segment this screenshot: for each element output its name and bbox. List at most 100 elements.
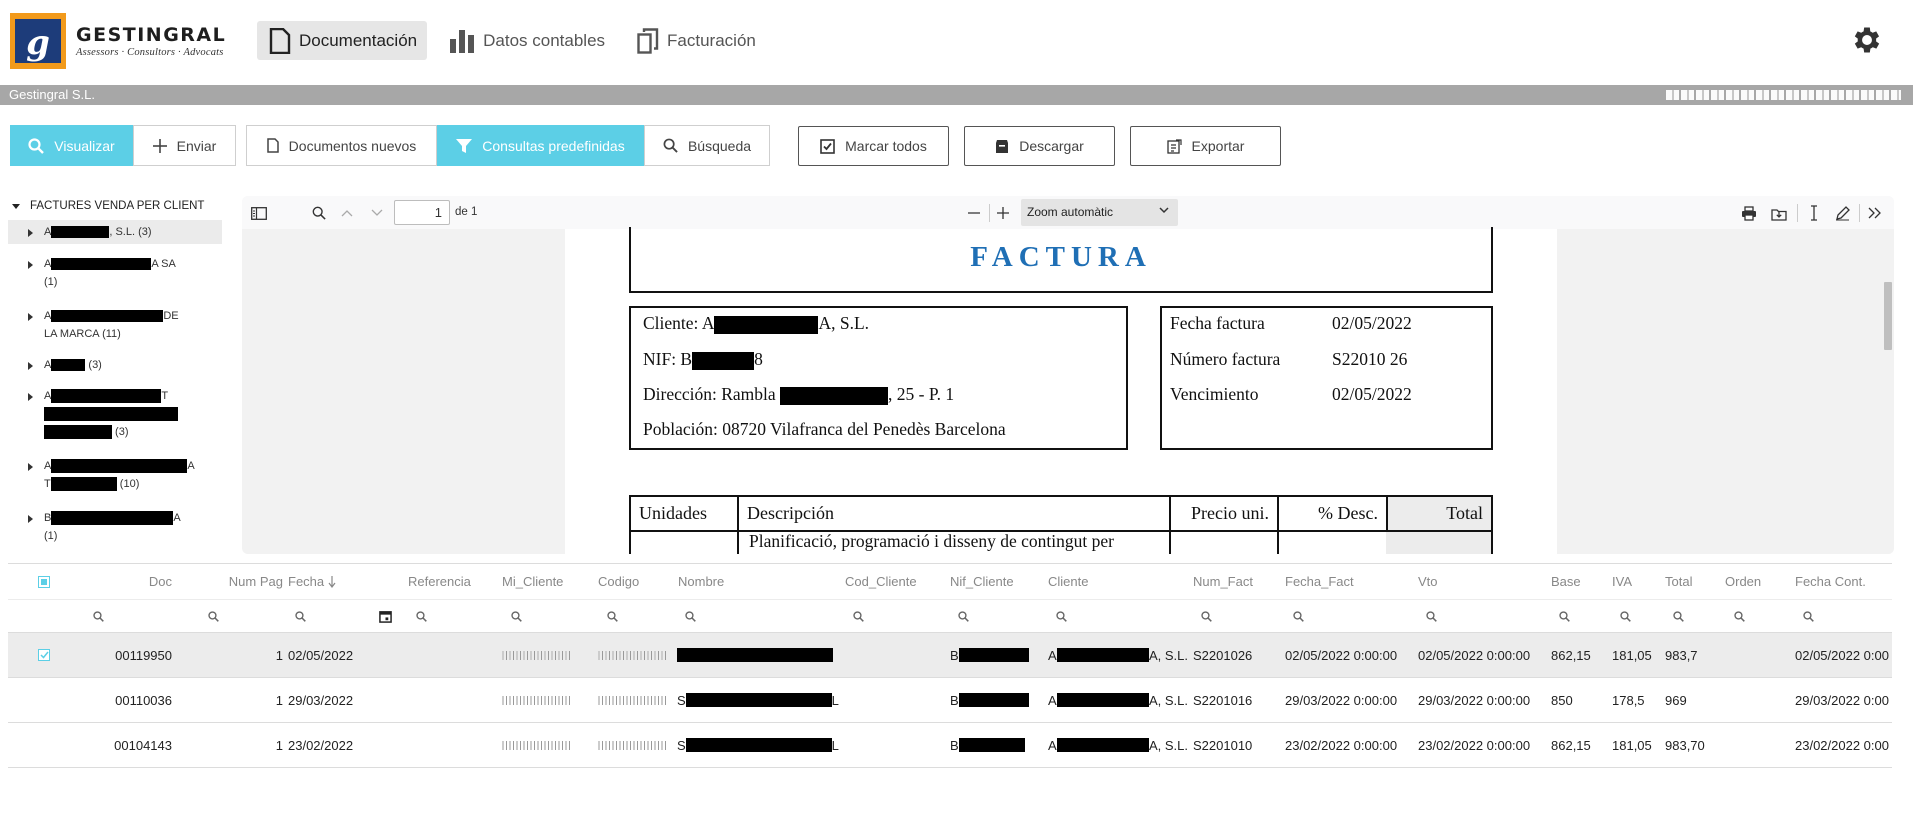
visualizar-button[interactable]: Visualizar (10, 125, 133, 166)
filter-search-icon[interactable] (295, 600, 306, 632)
filter-search-icon[interactable] (853, 600, 864, 632)
tree-item-prefix: A (44, 460, 52, 472)
page-number-input[interactable]: 1 (394, 200, 450, 225)
print-icon[interactable] (1740, 204, 1758, 222)
filter-search-icon[interactable] (1673, 600, 1684, 632)
sidebar-toggle-icon[interactable] (250, 204, 268, 222)
filter-search-icon[interactable] (1734, 600, 1745, 632)
col-header-num-pag[interactable]: Num Pag (188, 564, 283, 599)
col-header-nombre[interactable]: Nombre (678, 564, 758, 599)
row-checkbox[interactable] (38, 633, 50, 677)
col-header-iva[interactable]: IVA (1612, 564, 1652, 599)
col-header-doc[interactable]: Doc (68, 564, 172, 599)
consultas-predefinidas-button[interactable]: Consultas predefinidas (437, 125, 644, 166)
zoom-in-icon[interactable] (994, 204, 1012, 222)
col-header-codigo[interactable]: Codigo (598, 564, 668, 599)
filter-search-icon[interactable] (1293, 600, 1304, 632)
tree-item[interactable]: A T (3) (8, 384, 222, 444)
tree-item[interactable]: A , S.L. (3) (8, 220, 222, 244)
cell-cliente: A A, S.L. (1048, 678, 1188, 722)
busqueda-button[interactable]: Búsqueda (644, 125, 770, 166)
col-header-base[interactable]: Base (1551, 564, 1591, 599)
cell-num-fact: S2201010 (1193, 737, 1253, 753)
filter-search-icon[interactable] (416, 600, 427, 632)
table-row[interactable]: 00110036 1 29/03/2022 S L B A A, S.L. S2201016 29… (8, 678, 1892, 723)
cell-base: 862,15 (1551, 647, 1591, 663)
cell-cliente-prefix: A (1048, 647, 1057, 663)
table-row[interactable]: 00104143 1 23/02/2022 S L B A A, S.L. S2201010 23… (8, 723, 1892, 768)
col-header-cliente[interactable]: Cliente (1048, 564, 1118, 599)
col-header-num-fact[interactable]: Num_Fact (1193, 564, 1273, 599)
filter-search-icon[interactable] (1426, 600, 1437, 632)
cell-cliente-suffix: A, S.L. (1148, 692, 1188, 708)
scrollbar-thumb[interactable] (1884, 282, 1892, 350)
documentos-nuevos-button[interactable]: Documentos nuevos (246, 125, 437, 166)
col-header-fecha[interactable]: Fecha (288, 564, 368, 599)
busqueda-label: Búsqueda (687, 137, 752, 154)
double-chevron-right-icon[interactable] (1866, 204, 1884, 222)
cliente-suffix: A, S.L. (818, 313, 870, 333)
col-header-referencia[interactable]: Referencia (408, 564, 488, 599)
text-cursor-icon[interactable] (1805, 204, 1823, 222)
tree-root[interactable]: FACTURES VENDA PER CLIENT (8, 196, 226, 216)
client-box: Cliente: A A, S.L. NIF: B 8 Dirección: Ram… (629, 306, 1128, 450)
zoom-out-icon[interactable] (965, 204, 983, 222)
archive-icon (996, 139, 1009, 153)
fecha-factura-label: Fecha factura (1170, 313, 1265, 333)
nav-documentacion[interactable]: Documentación (257, 21, 428, 60)
pdf-toolbar: 1 de 1 Zoom automàtic (242, 196, 1894, 229)
descargar-button[interactable]: Descargar (964, 126, 1115, 166)
filter-search-icon[interactable] (958, 600, 969, 632)
filter-search-icon[interactable] (685, 600, 696, 632)
invoice-title-box: FACTURA (629, 227, 1493, 293)
filter-search-icon[interactable] (1559, 600, 1570, 632)
col-header-orden[interactable]: Orden (1725, 564, 1775, 599)
vencimiento-value: 02/05/2022 (1332, 384, 1412, 404)
tree-item[interactable]: B A (1) (8, 506, 222, 548)
search-icon[interactable] (310, 204, 328, 222)
tree-item[interactable]: A DE LA MARCA (11) (8, 304, 222, 346)
pencil-icon[interactable] (1833, 204, 1851, 222)
chevron-down-icon[interactable] (368, 204, 386, 222)
cell-num-pag: 1 (275, 737, 283, 753)
enviar-button[interactable]: Enviar (133, 125, 236, 166)
nav-facturacion[interactable]: Facturación (625, 21, 766, 60)
folder-tree: FACTURES VENDA PER CLIENT A, S.L. (3) AA… (8, 196, 226, 560)
col-header-total[interactable]: Total (1665, 564, 1705, 599)
calendar-icon[interactable] (379, 600, 392, 632)
nav-datos-contables-label: Datos contables (483, 30, 606, 50)
col-header-vto[interactable]: Vto (1418, 564, 1468, 599)
filter-search-icon[interactable] (208, 600, 219, 632)
col-header-cod-cliente[interactable]: Cod_Cliente (845, 564, 935, 599)
col-header-mi-cliente[interactable]: Mi_Cliente (502, 564, 582, 599)
tree-item[interactable]: A A SA (1) (8, 252, 222, 294)
col-header-nif-cliente[interactable]: Nif_Cliente (950, 564, 1030, 599)
pdf-scrollbar[interactable] (1882, 229, 1894, 554)
tree-item-count: (10) (116, 478, 140, 490)
filter-search-icon[interactable] (1803, 600, 1814, 632)
exportar-button[interactable]: Exportar (1130, 126, 1281, 166)
save-icon[interactable] (1770, 204, 1788, 222)
cell-cliente: A A, S.L. (1048, 723, 1188, 767)
tree-item[interactable]: A (3) (8, 353, 222, 377)
filter-search-icon[interactable] (1056, 600, 1067, 632)
zoom-select[interactable]: Zoom automàtic (1021, 199, 1178, 226)
chevron-up-icon[interactable] (338, 204, 356, 222)
filter-search-icon[interactable] (607, 600, 618, 632)
table-row[interactable]: 00119950 1 02/05/2022 B A A, S.L. S2201026 02/0… (8, 633, 1892, 678)
tree-item[interactable]: A A T (10) (8, 454, 222, 496)
gear-icon[interactable] (1850, 23, 1884, 57)
filter-search-icon[interactable] (511, 600, 522, 632)
col-line (737, 532, 739, 554)
select-all-checkbox[interactable] (38, 564, 58, 599)
redacted-block (677, 648, 833, 662)
nav-datos-contables[interactable]: Datos contables (437, 21, 615, 60)
filter-search-icon[interactable] (1201, 600, 1212, 632)
gestingral-logo[interactable]: g (10, 13, 66, 69)
marcar-todos-button[interactable]: Marcar todos (798, 126, 949, 166)
col-header-fecha-fact[interactable]: Fecha_Fact (1285, 564, 1365, 599)
filter-search-icon[interactable] (93, 600, 104, 632)
col-header-fecha-cont[interactable]: Fecha Cont. (1795, 564, 1890, 599)
cell-doc: 00119950 (115, 647, 172, 663)
filter-search-icon[interactable] (1620, 600, 1631, 632)
